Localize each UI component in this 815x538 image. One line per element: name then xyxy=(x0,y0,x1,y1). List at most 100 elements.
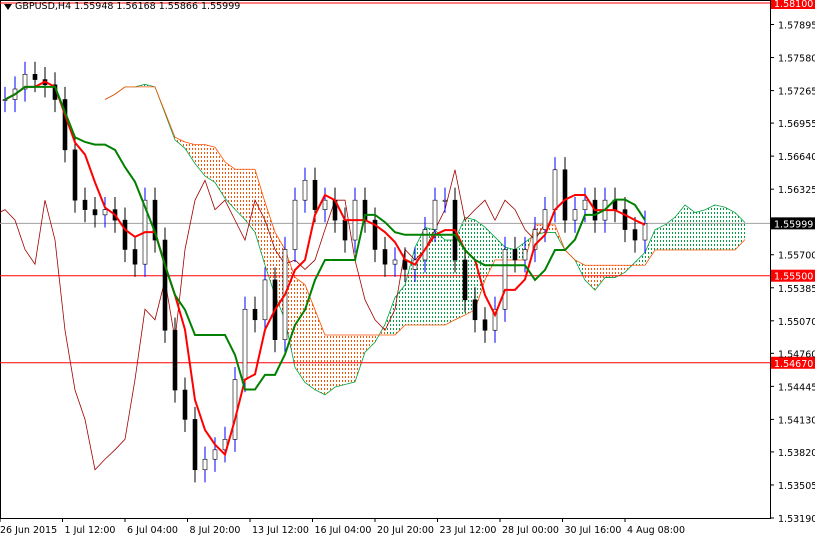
candle-body xyxy=(182,389,188,420)
candle-body xyxy=(192,419,198,471)
x-tick-label: 8 Jul 20:00 xyxy=(190,525,241,536)
candle-body xyxy=(162,239,168,331)
candle-body xyxy=(212,449,218,460)
y-tick-label: 1.55070 xyxy=(778,317,815,328)
candle-body xyxy=(502,249,508,310)
x-tick-label: 13 Jul 12:00 xyxy=(252,525,309,536)
candle-body xyxy=(542,209,548,230)
low-value: 1.55866 xyxy=(158,1,199,12)
ichimoku-cloud-segment xyxy=(595,265,605,291)
candle-body xyxy=(292,199,298,250)
candle-body xyxy=(642,222,648,241)
candle-body xyxy=(512,249,518,261)
candle-body xyxy=(322,199,328,210)
candle-body xyxy=(172,329,178,391)
candle-body xyxy=(242,308,248,380)
ichimoku-cloud-segment xyxy=(235,169,245,220)
candle-body xyxy=(552,169,558,210)
candle-body xyxy=(432,199,438,230)
ichimoku-cloud-segment xyxy=(325,334,335,395)
y-tick-label: 1.56640 xyxy=(778,152,815,163)
y-tick-label: 1.57580 xyxy=(778,54,815,65)
ichimoku-cloud-segment xyxy=(665,217,675,251)
ichimoku-cloud-segment xyxy=(225,161,235,210)
ichimoku-cloud-segment xyxy=(335,334,345,388)
candle-body xyxy=(522,249,528,261)
ichimoku-cloud-segment xyxy=(185,141,195,164)
price-level-label: 1.55500 xyxy=(774,272,813,283)
candle-body xyxy=(302,179,308,201)
ichimoku-cloud-segment xyxy=(435,230,445,326)
candle-body xyxy=(232,379,238,440)
ichimoku-cloud-segment xyxy=(405,247,415,326)
candle-body xyxy=(572,209,578,221)
x-tick-label: 1 Jul 12:00 xyxy=(65,525,116,536)
ichimoku-cloud-segment xyxy=(385,297,395,335)
candle-body xyxy=(402,259,408,270)
y-tick-label: 1.53505 xyxy=(778,481,815,492)
ichimoku-cloud-segment xyxy=(705,204,715,251)
y-tick-label: 1.53190 xyxy=(778,514,815,525)
candle-body xyxy=(632,229,638,241)
x-tick-label: 28 Jul 00:00 xyxy=(502,525,559,536)
y-tick-label: 1.56325 xyxy=(778,185,815,196)
symbol-triangle-icon xyxy=(4,3,12,10)
candle-body xyxy=(92,209,98,216)
candle-body xyxy=(462,259,468,301)
candle-body xyxy=(72,149,78,201)
price-level-label: 1.54670 xyxy=(774,359,813,370)
y-tick-label: 1.55700 xyxy=(778,251,815,262)
ichimoku-cloud-segment xyxy=(585,265,595,291)
candle-body xyxy=(122,219,128,250)
candle-body xyxy=(482,319,488,331)
candle-body xyxy=(202,458,208,471)
y-tick-label: 1.57895 xyxy=(778,21,815,32)
candle-body xyxy=(312,179,318,210)
ichimoku-cloud-segment xyxy=(345,334,355,385)
ichimoku-cloud-segment xyxy=(305,284,315,390)
candle-body xyxy=(472,299,478,321)
ichimoku-cloud-segment xyxy=(695,209,705,251)
y-tick-label: 1.56955 xyxy=(778,119,815,130)
candle-body xyxy=(392,259,398,265)
y-tick-label: 1.53820 xyxy=(778,448,815,459)
candle-body xyxy=(622,209,628,230)
ichimoku-cloud-segment xyxy=(245,169,255,233)
x-tick-label: 6 Jul 04:00 xyxy=(127,525,178,536)
ichimoku-cloud-segment xyxy=(395,284,405,335)
y-tick-label: 1.55385 xyxy=(778,284,815,295)
ichimoku-cloud-segment xyxy=(355,334,365,382)
ichimoku-cloud-segment xyxy=(725,207,735,251)
candle-body xyxy=(442,199,448,202)
candle-body xyxy=(82,199,88,210)
candle-body xyxy=(342,219,348,241)
candle-body xyxy=(262,279,268,321)
ichimoku-cloud-segment xyxy=(715,204,725,251)
y-tick-label: 1.57265 xyxy=(778,87,815,98)
y-tick-label: 1.54445 xyxy=(778,382,815,393)
ichimoku-cloud-segment xyxy=(195,144,205,177)
candle-body xyxy=(382,249,388,265)
price-level-label: 1.58100 xyxy=(774,0,813,10)
x-tick-label: 4 Aug 08:00 xyxy=(627,525,685,536)
x-tick-label: 23 Jul 12:00 xyxy=(440,525,497,536)
candle-body xyxy=(252,308,258,321)
candle-body xyxy=(102,209,108,216)
symbol-label: GBPUSD,H4 xyxy=(15,1,72,12)
y-tick-label: 1.54760 xyxy=(778,349,815,360)
tenkan-sen-line xyxy=(4,80,646,457)
candle-body xyxy=(562,169,568,221)
ichimoku-cloud-segment xyxy=(655,224,665,251)
high-value: 1.56168 xyxy=(116,1,156,12)
x-tick-label: 26 Jun 2015 xyxy=(0,525,57,536)
x-tick-label: 20 Jul 20:00 xyxy=(377,525,434,536)
chart-header: GBPUSD,H4 1.55948 1.56168 1.55866 1.5599… xyxy=(4,1,240,12)
y-tick-label: 1.54130 xyxy=(778,415,815,426)
candle-body xyxy=(132,249,138,265)
x-tick-label: 30 Jul 16:00 xyxy=(565,525,622,536)
candle-body xyxy=(32,74,38,80)
close-value: 1.55999 xyxy=(201,1,241,12)
price-level-label: 1.55999 xyxy=(774,219,813,230)
ichimoku-cloud-segment xyxy=(295,277,305,383)
price-chart[interactable]: 1.58100 1.55999 1.55500 1.54670 1.57895 1.575… xyxy=(0,0,815,538)
